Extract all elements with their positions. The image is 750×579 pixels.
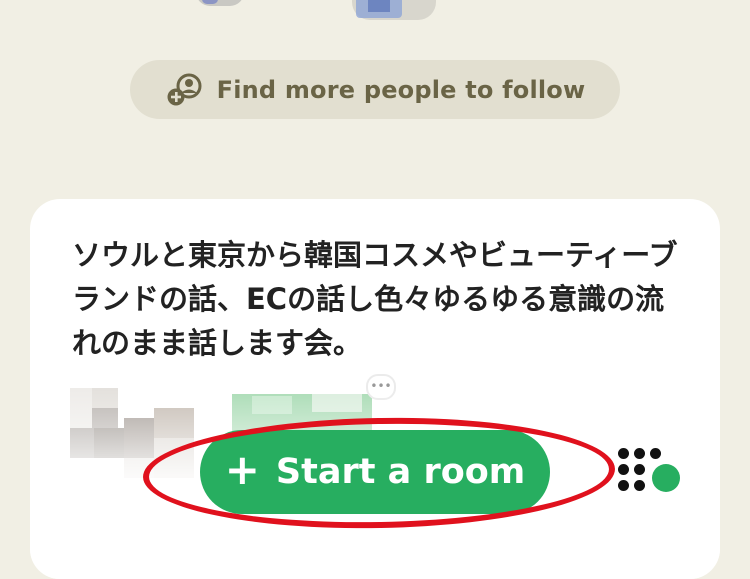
watermark: blur [532,538,603,563]
speaker-avatar[interactable] [352,0,436,20]
find-more-people-label: Find more people to follow [216,75,586,104]
find-more-people-button[interactable]: Find more people to follow [130,60,620,119]
plus-icon: + [224,445,260,494]
room-card[interactable]: ソウルと東京から韓国コスメやビューティーブランドの話、ECの話し色々ゆるゆる意識… [30,199,720,579]
watermark-text: blur [560,538,604,563]
watermark-logo-icon [532,542,552,559]
speaker-avatar[interactable] [196,0,244,6]
dot-grid-button[interactable] [618,448,682,496]
start-room-label: Start a room [275,452,526,492]
add-person-icon [165,73,207,107]
room-title: ソウルと東京から韓国コスメやビューティーブランドの話、ECの話し色々ゆるゆる意識… [72,238,678,360]
start-room-button[interactable]: + Start a room [200,430,550,514]
